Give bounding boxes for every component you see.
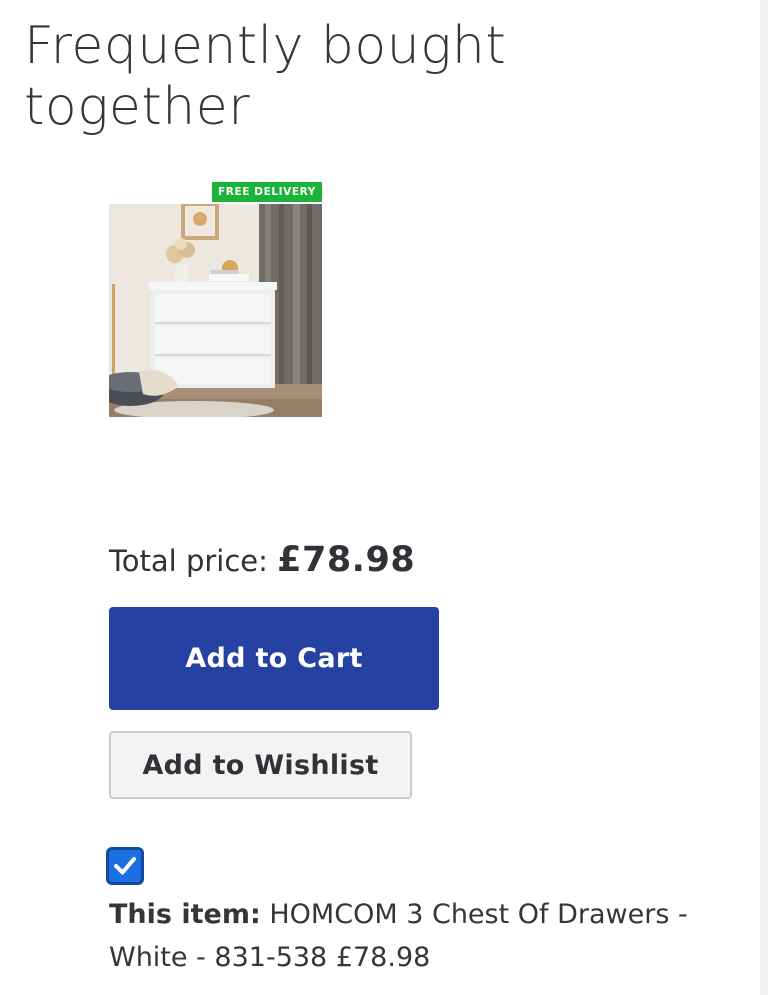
this-item-description: This item: HOMCOM 3 Chest Of Drawers - W… [109,893,729,979]
this-item-price: £78.98 [335,942,431,973]
check-icon [114,857,136,875]
page: Frequently bought together FREE DELIVERY [0,0,768,995]
product-card[interactable]: FREE DELIVERY [109,182,322,417]
this-item-checkbox[interactable] [106,847,144,885]
scrollbar-track[interactable] [760,0,768,995]
section-title: Frequently bought together [24,16,507,137]
add-to-wishlist-button[interactable]: Add to Wishlist [109,731,412,799]
total-price-value: £78.98 [277,540,416,580]
product-image[interactable] [109,204,322,417]
this-item-label: This item: [109,899,261,930]
free-delivery-badge: FREE DELIVERY [212,182,322,202]
total-price-label: Total price: [109,544,268,578]
total-price: Total price: £78.98 [109,538,415,583]
product-photo-icon [109,204,322,417]
add-to-cart-button[interactable]: Add to Cart [109,607,439,710]
